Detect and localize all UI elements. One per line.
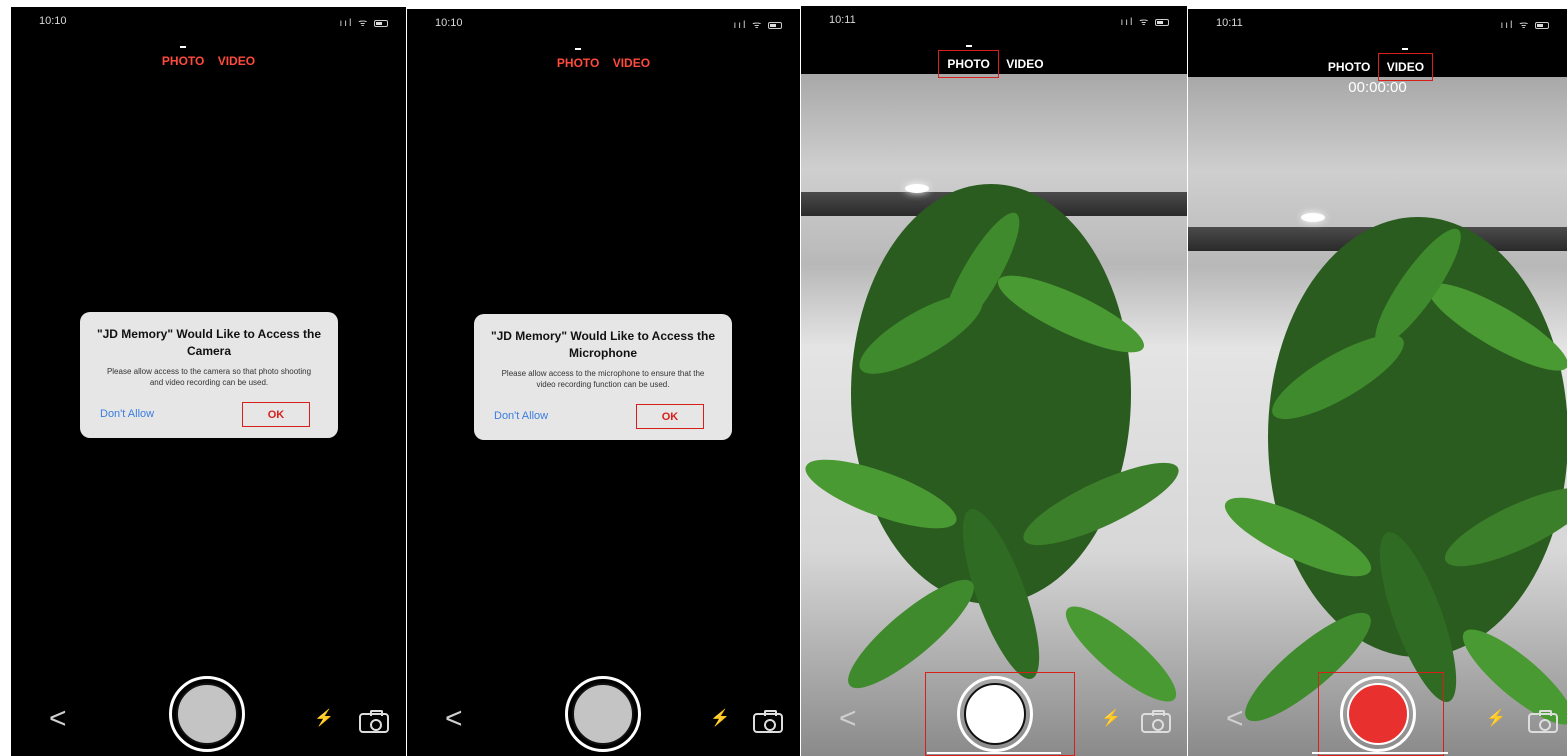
flash-icon[interactable]: ⚡ [314, 708, 334, 728]
flash-icon[interactable]: ⚡ [1486, 708, 1506, 728]
status-time: 10:10 [39, 15, 67, 27]
mode-photo[interactable]: PHOTO [157, 46, 209, 70]
mode-indicator-line [927, 752, 1061, 754]
camera-preview [1188, 77, 1567, 756]
status-time: 10:11 [829, 14, 856, 26]
camera-flip-icon[interactable] [359, 710, 389, 733]
alert-message: Please allow access to the microphone to… [501, 369, 705, 389]
camera-controls: < ⚡ [11, 671, 406, 756]
permission-alert: "JD Memory" Would Like to Access the Cam… [80, 312, 338, 438]
alert-title: "JD Memory" Would Like to Access the Cam… [96, 327, 322, 358]
ok-button[interactable]: OK [242, 402, 310, 427]
signal-wifi-battery-icon: ııl ᯤ [1121, 14, 1169, 28]
ok-button[interactable]: OK [636, 404, 704, 429]
plant-photo [1224, 217, 1567, 725]
recording-timer: 00:00:00 [1348, 79, 1407, 96]
screen-camera-permission: 10:10 ııl ᯤ PHOTO VIDEO "JD Memory" Woul… [11, 7, 406, 756]
chevron-left-icon[interactable]: < [445, 702, 463, 736]
mode-video[interactable]: VIDEO [213, 52, 260, 70]
chevron-left-icon[interactable]: < [839, 702, 857, 736]
mode-switcher: PHOTO VIDEO [407, 48, 800, 72]
mode-video[interactable]: VIDEO [1001, 55, 1048, 73]
record-button[interactable] [1340, 676, 1416, 752]
signal-wifi-battery-icon: ııl ᯤ [734, 17, 782, 31]
dont-allow-button[interactable]: Don't Allow [100, 408, 154, 420]
status-bar: 10:10 ııl ᯤ [11, 15, 406, 31]
screen-photo-mode: 10:11 ııl ᯤ PHOTO VIDEO < ⚡ [801, 6, 1187, 756]
status-time: 10:11 [1216, 17, 1243, 29]
plant-photo [805, 184, 1179, 702]
signal-wifi-battery-icon: ııl ᯤ [1501, 17, 1549, 31]
camera-controls: < ⚡ [801, 671, 1187, 756]
mode-photo[interactable]: PHOTO [552, 48, 604, 72]
camera-preview [801, 74, 1187, 756]
permission-alert: "JD Memory" Would Like to Access the Mic… [474, 314, 732, 440]
camera-flip-icon[interactable] [753, 710, 783, 733]
signal-wifi-battery-icon: ııl ᯤ [340, 15, 388, 29]
camera-controls: < ⚡ [1188, 671, 1567, 756]
shutter-button[interactable] [957, 676, 1033, 752]
status-bar: 10:11 ııl ᯤ [801, 14, 1187, 30]
flash-icon[interactable]: ⚡ [710, 708, 730, 728]
status-bar: 10:10 ııl ᯤ [407, 17, 800, 33]
camera-controls: < ⚡ [407, 671, 800, 756]
mode-switcher: PHOTO VIDEO [11, 46, 406, 70]
alert-message: Please allow access to the camera so tha… [106, 367, 312, 387]
shutter-button[interactable] [565, 676, 641, 752]
mode-switcher: PHOTO VIDEO [1188, 48, 1567, 81]
mode-switcher: PHOTO VIDEO [801, 45, 1187, 78]
status-time: 10:10 [435, 17, 463, 29]
mode-video[interactable]: VIDEO [1377, 48, 1434, 81]
flash-icon[interactable]: ⚡ [1101, 708, 1121, 728]
chevron-left-icon[interactable]: < [49, 702, 67, 736]
camera-flip-icon[interactable] [1141, 710, 1171, 733]
dont-allow-button[interactable]: Don't Allow [494, 410, 548, 422]
chevron-left-icon[interactable]: < [1226, 702, 1244, 736]
camera-flip-icon[interactable] [1528, 710, 1558, 733]
mode-photo[interactable]: PHOTO [1323, 58, 1375, 76]
alert-title: "JD Memory" Would Like to Access the Mic… [490, 329, 716, 360]
mode-video[interactable]: VIDEO [608, 54, 655, 72]
screen-microphone-permission: 10:10 ııl ᯤ PHOTO VIDEO "JD Memory" Woul… [407, 9, 800, 756]
shutter-button[interactable] [169, 676, 245, 752]
mode-indicator-line [1312, 752, 1448, 754]
mode-photo[interactable]: PHOTO [938, 45, 999, 78]
status-bar: 10:11 ııl ᯤ [1188, 17, 1567, 33]
screen-video-mode: 10:11 ııl ᯤ PHOTO VIDEO 00:00:00 < ⚡ [1188, 9, 1567, 756]
